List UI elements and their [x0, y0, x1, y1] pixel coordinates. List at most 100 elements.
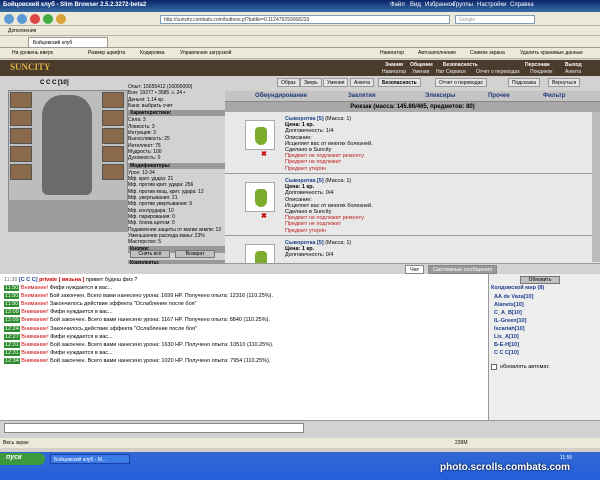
player-item[interactable]: АА de Vaza[10] [494, 294, 533, 300]
chat-line: 12:27 Внимание! Фифи нуждается в вас... [4, 333, 484, 341]
toolbar-autofill[interactable]: Автозаполнение [418, 50, 456, 56]
toolbar-encoding[interactable]: Кодировка [140, 50, 165, 56]
player-item[interactable]: С_А_В[10] [494, 310, 522, 316]
toolbar-downloads[interactable]: Управление загрузкой [180, 50, 231, 56]
player-item[interactable]: С С С[10] [494, 350, 519, 356]
btn-back[interactable]: Вернуться [548, 78, 581, 87]
home-icon[interactable] [56, 14, 66, 24]
slot-weapon[interactable] [10, 128, 32, 144]
taskbar-window[interactable]: Бойцовский клуб - М... [50, 454, 130, 464]
menu-view[interactable]: Вид [410, 2, 421, 8]
tab-system-messages[interactable]: Системные сообщения [428, 265, 498, 274]
toolbar-screenshot[interactable]: Снимок экрана [470, 50, 505, 56]
game-menu-communication[interactable]: Общение [410, 62, 433, 68]
delete-icon[interactable]: ✖ [261, 150, 267, 158]
slot-amulet[interactable] [10, 110, 32, 126]
toolbar-navigator[interactable]: Навигатор [380, 50, 404, 56]
menu-settings[interactable]: Настройки [477, 2, 506, 8]
inventory-scrollbar[interactable] [592, 112, 600, 262]
game-submenu-skills[interactable]: Умения [412, 69, 429, 75]
mod-earth-magic: Подавление защиты от магии земли: 13 [128, 226, 222, 233]
section-modifiers[interactable]: Модификаторы: [128, 162, 225, 169]
player-item[interactable]: IL-Green[10] [494, 318, 526, 324]
menu-file[interactable]: Файл [390, 2, 405, 8]
search-input[interactable]: Google [455, 15, 535, 24]
btn-transfers[interactable]: Отчет о переводах [435, 78, 487, 87]
slot-rings[interactable] [102, 146, 124, 162]
refresh-button[interactable]: Обновить [520, 276, 560, 284]
slot-earrings[interactable] [102, 92, 124, 108]
menu-help[interactable]: Справка [510, 2, 534, 8]
delete-icon[interactable]: ✖ [261, 212, 267, 220]
section-characteristics[interactable]: Характеристики: [128, 110, 225, 117]
btn-skills[interactable]: Умения [323, 78, 349, 87]
chat-line: 11:50 Внимание! Фифи нуждается в вас... [4, 284, 484, 292]
btn-image[interactable]: Образ [277, 78, 300, 87]
tab-elixirs[interactable]: Эликсиры [425, 93, 455, 99]
chat-sender[interactable]: [С С С] [19, 277, 38, 283]
player-item[interactable]: Lis_A[10] [494, 334, 519, 340]
slot-gloves[interactable] [102, 110, 124, 126]
chat-time: 11:50 [4, 293, 20, 300]
item-image[interactable] [245, 182, 275, 212]
item-name[interactable]: Сыворотка [5] [285, 178, 324, 184]
player-item[interactable]: Iscariah[10] [494, 326, 525, 332]
btn-profile[interactable]: Анкета [350, 78, 374, 87]
btn-pet[interactable]: Зверь [300, 78, 322, 87]
game-submenu-profile[interactable]: Анкета [565, 69, 581, 75]
chat-message: привет будеш физ ? [85, 277, 138, 283]
character-silhouette[interactable] [42, 95, 92, 195]
stop-icon[interactable] [30, 14, 40, 24]
tab-chat[interactable]: Чат [405, 265, 425, 274]
toolbar-clear-data[interactable]: Удалить хранимые данные [520, 50, 598, 56]
tab-spells[interactable]: Заклятия [348, 93, 376, 99]
game-submenu-service[interactable]: Нат Cервисе [436, 69, 466, 75]
toolbar-font-size[interactable]: Размер шрифта [88, 50, 125, 56]
slot-belt[interactable] [10, 164, 32, 180]
tab-fight-club[interactable]: Бойцовский клуб [28, 37, 108, 47]
bookmark-addons[interactable]: Дополнения [8, 28, 36, 34]
auto-refresh-checkbox[interactable] [491, 364, 497, 370]
item-durability: Долговечность: 0/4 [285, 252, 334, 259]
slot-armor[interactable] [10, 146, 32, 162]
chat-private-tag[interactable]: private [ вязьна ] [39, 277, 84, 283]
game-submenu-transfers[interactable]: Отчет о переводах [476, 69, 520, 75]
chat-time: 11:38 [4, 277, 18, 283]
game-menu-exit[interactable]: Выход [565, 62, 582, 68]
chat-message: Бой закончен. Всего вами нанесено урона:… [50, 357, 271, 364]
game-menu-character[interactable]: Персонаж [525, 62, 550, 68]
stat-bank[interactable]: Банк: выбрать счет [128, 103, 225, 109]
game-menu-security[interactable]: Безопасность [443, 62, 478, 68]
btn-hint[interactable]: Подсказка [508, 78, 541, 87]
forward-icon[interactable] [17, 14, 27, 24]
item-image[interactable] [245, 244, 275, 263]
remove-all-button[interactable]: Снять всё [130, 250, 170, 258]
slot-boots[interactable] [102, 164, 124, 180]
spell-slots[interactable] [8, 200, 128, 232]
tab-other[interactable]: Прочее [488, 93, 510, 99]
item-details: Сыворотка [5] (Масса: 1) Цена: 1 кр. Дол… [285, 240, 351, 259]
toolbar-level-up[interactable]: На уровень вверх [12, 50, 53, 56]
item-image[interactable] [245, 120, 275, 150]
menu-groups[interactable]: Группы [453, 2, 473, 8]
item-name[interactable]: Сыворотка [5] [285, 116, 324, 122]
btn-security[interactable]: Безопасность [378, 78, 421, 87]
back-icon[interactable] [4, 14, 14, 24]
return-button[interactable]: Возврат [175, 250, 215, 258]
player-item[interactable]: Б-Е-Н[10] [494, 342, 519, 348]
chat-message: Бой закончен. Всего вами нанесено урона:… [50, 317, 270, 324]
game-menu-knowledge[interactable]: Знания [385, 62, 403, 68]
tab-filter[interactable]: Фильтр [543, 93, 565, 99]
game-submenu-duel[interactable]: Поединок [530, 69, 553, 75]
chat-input[interactable] [4, 423, 304, 433]
game-submenu-navigator[interactable]: Навигатор [382, 69, 406, 75]
item-name[interactable]: Сыворотка [5] [285, 240, 324, 246]
slot-shield[interactable] [102, 128, 124, 144]
menu-favorites[interactable]: Избранное [425, 2, 455, 8]
tab-equipment[interactable]: Обмундирование [255, 93, 307, 99]
address-field[interactable]: http://suncity.combats.com/buttons.pl?ba… [160, 15, 450, 24]
refresh-icon[interactable] [43, 14, 53, 24]
start-button[interactable]: пуск [0, 453, 45, 465]
slot-helmet[interactable] [10, 92, 32, 108]
player-item[interactable]: Alanets[10] [494, 302, 524, 308]
